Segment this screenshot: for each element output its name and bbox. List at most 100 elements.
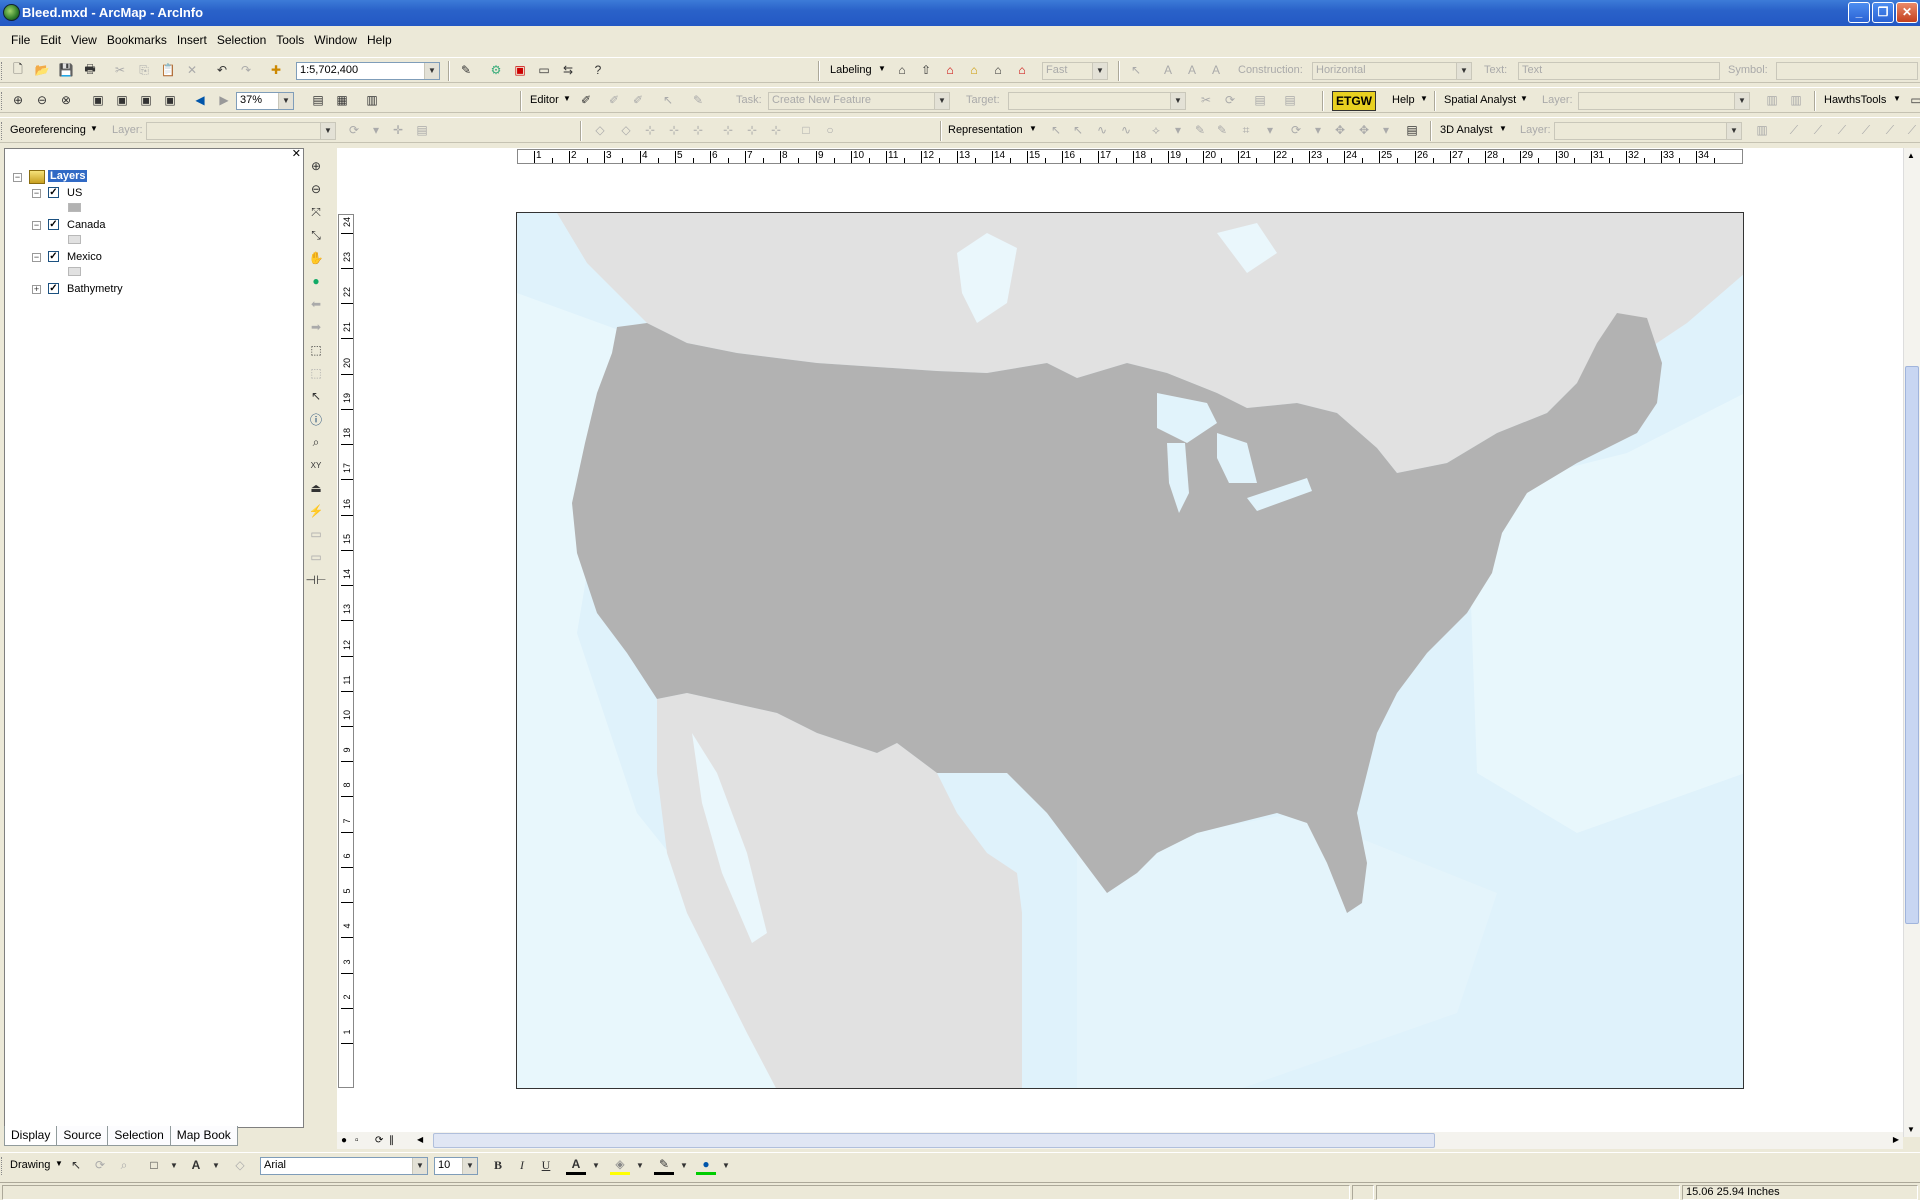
forward-extent-icon[interactable]: ➡ (306, 317, 326, 337)
pause-labeling-icon[interactable]: ⌂ (988, 60, 1008, 80)
pan-icon[interactable]: ✋ (306, 248, 326, 268)
reshape-icon[interactable]: ✐ (628, 90, 648, 110)
tab-display[interactable]: Display (4, 1126, 58, 1146)
sketch-tool-icon[interactable]: ✎ (688, 90, 708, 110)
chevron-down-icon[interactable]: ▼ (278, 93, 293, 109)
toggle-draft-mode-icon[interactable]: ▤ (308, 90, 328, 110)
chevron-down-icon[interactable]: ▼ (1499, 124, 1507, 133)
scroll-left-icon[interactable]: ◀ (417, 1135, 423, 1144)
move-representation-icon[interactable]: ✥ (1330, 120, 1350, 140)
select-elements-icon[interactable]: ▭ (1906, 90, 1920, 110)
direct-select-icon[interactable]: ↖ (1068, 120, 1088, 140)
label-weight-icon[interactable]: ⌂ (940, 60, 960, 80)
contour-icon[interactable]: ▥ (1786, 90, 1806, 110)
arctoolbox-icon[interactable]: ⚙ (486, 60, 506, 80)
back-extent-icon[interactable]: ⬅ (306, 294, 326, 314)
paint-icon[interactable]: ⌗ (1236, 120, 1256, 140)
topology-edit-icon[interactable]: ◇ (590, 120, 610, 140)
chevron-down-icon[interactable]: ▼ (1420, 94, 1428, 103)
print-icon[interactable]: 🖶 (80, 60, 100, 80)
label-manager-icon[interactable]: ⌂ (892, 60, 912, 80)
chevron-down-icon[interactable]: ▼ (1893, 94, 1901, 103)
chevron-down-icon[interactable]: ▾ (1308, 120, 1328, 140)
zoom-whole-page-icon[interactable]: ▣ (88, 90, 108, 110)
pause-drawing-icon[interactable]: ∥ (389, 1135, 394, 1146)
us-symbol-swatch[interactable] (68, 203, 81, 212)
zoom-out-icon[interactable]: ⊖ (306, 179, 326, 199)
editor-toolbar-icon[interactable]: ✎ (456, 60, 476, 80)
error-inspector-icon[interactable]: ⊹ (742, 120, 762, 140)
menu-edit[interactable]: Edit (35, 30, 66, 52)
scroll-right-icon[interactable]: ▶ (1893, 1135, 1899, 1144)
topology-preview-icon[interactable]: ⊹ (766, 120, 786, 140)
fixed-zoom-out-map-icon[interactable]: ⤡ (306, 225, 326, 245)
interpolate-polygon-icon[interactable]: ⟋ (1902, 120, 1920, 140)
text-field[interactable]: Text (1518, 62, 1720, 80)
follow-feature-icon[interactable]: A (1182, 60, 1202, 80)
bold-button[interactable]: B (488, 1155, 508, 1175)
horizontal-scrollbar[interactable]: ● ▫ ⟳ ∥ ◀ ▶ (337, 1132, 1903, 1149)
spatial-analyst-menu[interactable]: Spatial Analyst (1444, 94, 1516, 106)
redo-icon[interactable]: ↷ (236, 60, 256, 80)
fix-topology-error-icon[interactable]: ⊹ (718, 120, 738, 140)
fixed-zoom-in-icon[interactable]: ▣ (136, 90, 156, 110)
validate-topology-icon[interactable]: ⊹ (688, 120, 708, 140)
toc-layer-mexico[interactable]: Mexico (67, 251, 102, 263)
etgw-help-menu[interactable]: Help (1392, 94, 1415, 106)
chevron-down-icon[interactable]: ▼ (630, 1155, 650, 1175)
go-to-xy-icon[interactable]: XY (306, 455, 326, 475)
pen-icon[interactable]: ✎ (1190, 120, 1210, 140)
edit-tool-icon[interactable]: ✐ (576, 90, 596, 110)
menu-selection[interactable]: Selection (212, 30, 271, 52)
command-line-icon[interactable]: ▭ (534, 60, 554, 80)
focus-data-frame-icon[interactable]: ▦ (332, 90, 352, 110)
unplaced-labels-icon[interactable]: ⌂ (1012, 60, 1032, 80)
underline-button[interactable]: U (536, 1155, 556, 1175)
maximize-button[interactable]: ❐ (1872, 2, 1894, 23)
clear-selection-icon[interactable]: ⬚ (306, 363, 326, 383)
map-data-frame[interactable] (516, 212, 1744, 1089)
chevron-down-icon[interactable]: ▼ (1520, 94, 1528, 103)
editor-menu[interactable]: Editor (530, 94, 559, 106)
model-builder-icon[interactable]: ⇆ (558, 60, 578, 80)
rotate-georef-icon[interactable]: ⟳ (344, 120, 364, 140)
viewer-window-icon[interactable]: ▭ (306, 547, 326, 567)
add-control-points-icon[interactable]: ✛ (388, 120, 408, 140)
fixed-zoom-in-map-icon[interactable]: ⤧ (306, 202, 326, 222)
new-document-icon[interactable]: 🗋 (8, 60, 28, 80)
sketch-properties-icon[interactable]: ▤ (1280, 90, 1300, 110)
zoom-in-fixed-icon[interactable]: ⊕ (8, 90, 28, 110)
zoom-to-selected-icon[interactable]: ⌕ (114, 1155, 134, 1175)
line-color-icon[interactable]: ✎ (654, 1155, 674, 1175)
layout-zoom-combo[interactable]: 37% ▼ (236, 92, 294, 110)
find-icon[interactable]: ⌕ (306, 432, 326, 452)
minimize-button[interactable]: _ (1848, 2, 1870, 23)
menu-window[interactable]: Window (309, 30, 362, 52)
tab-selection[interactable]: Selection (107, 1126, 171, 1146)
create-profile-graph-icon[interactable]: ⟋ (1880, 120, 1900, 140)
whats-this-icon[interactable]: ? (588, 60, 608, 80)
close-toc-icon[interactable]: ✕ (292, 147, 301, 160)
collapse-mexico-icon[interactable]: − (32, 253, 41, 262)
collapse-canada-icon[interactable]: − (32, 221, 41, 230)
target-combo[interactable]: ▼ (1008, 92, 1186, 110)
3d-layer-combo[interactable]: ▼ (1554, 122, 1742, 140)
toc-root-layers[interactable]: Layers (48, 170, 88, 182)
chevron-down-icon[interactable]: ▼ (1029, 124, 1037, 133)
vertical-scrollbar[interactable]: ▲ ▼ (1903, 148, 1920, 1137)
canada-symbol-swatch[interactable] (68, 235, 81, 244)
menu-view[interactable]: View (66, 30, 102, 52)
edit-vertices-draw-icon[interactable]: ◇ (230, 1155, 250, 1175)
font-color-icon[interactable]: A (566, 1155, 586, 1175)
chevron-down-icon[interactable]: ▼ (462, 1158, 477, 1174)
open-icon[interactable]: 📂 (32, 60, 52, 80)
italic-button[interactable]: I (512, 1155, 532, 1175)
data-view-icon[interactable]: ● (341, 1135, 347, 1146)
us-visibility-checkbox[interactable]: ✓ (48, 187, 59, 198)
show-shared-features-icon[interactable]: ⊹ (664, 120, 684, 140)
chevron-down-icon[interactable]: ▼ (90, 124, 98, 133)
chevron-down-icon[interactable]: ▾ (366, 120, 386, 140)
menu-bookmarks[interactable]: Bookmarks (102, 30, 172, 52)
circle-select-icon[interactable]: ○ (820, 120, 840, 140)
edit-vertices-icon[interactable]: ✐ (604, 90, 624, 110)
